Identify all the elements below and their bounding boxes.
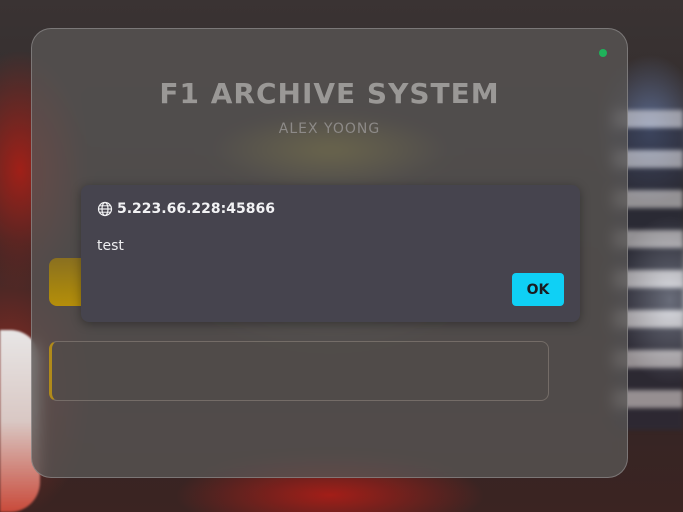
status-indicator <box>599 49 607 57</box>
dialog-origin: 5.223.66.228:45866 <box>117 201 275 217</box>
page-title: F1 ARCHIVE SYSTEM <box>159 77 500 110</box>
ok-button[interactable]: OK <box>512 273 564 306</box>
dialog-header: 5.223.66.228:45866 <box>97 201 275 217</box>
page: F1 ARCHIVE SYSTEM ALEX YOONG 5.223.66.22… <box>0 0 683 512</box>
archive-option-panel[interactable] <box>49 341 549 401</box>
dialog-message: test <box>97 238 124 254</box>
alert-dialog: 5.223.66.228:45866 test OK <box>81 185 580 322</box>
driver-name: ALEX YOONG <box>278 121 381 137</box>
globe-icon <box>97 201 113 217</box>
